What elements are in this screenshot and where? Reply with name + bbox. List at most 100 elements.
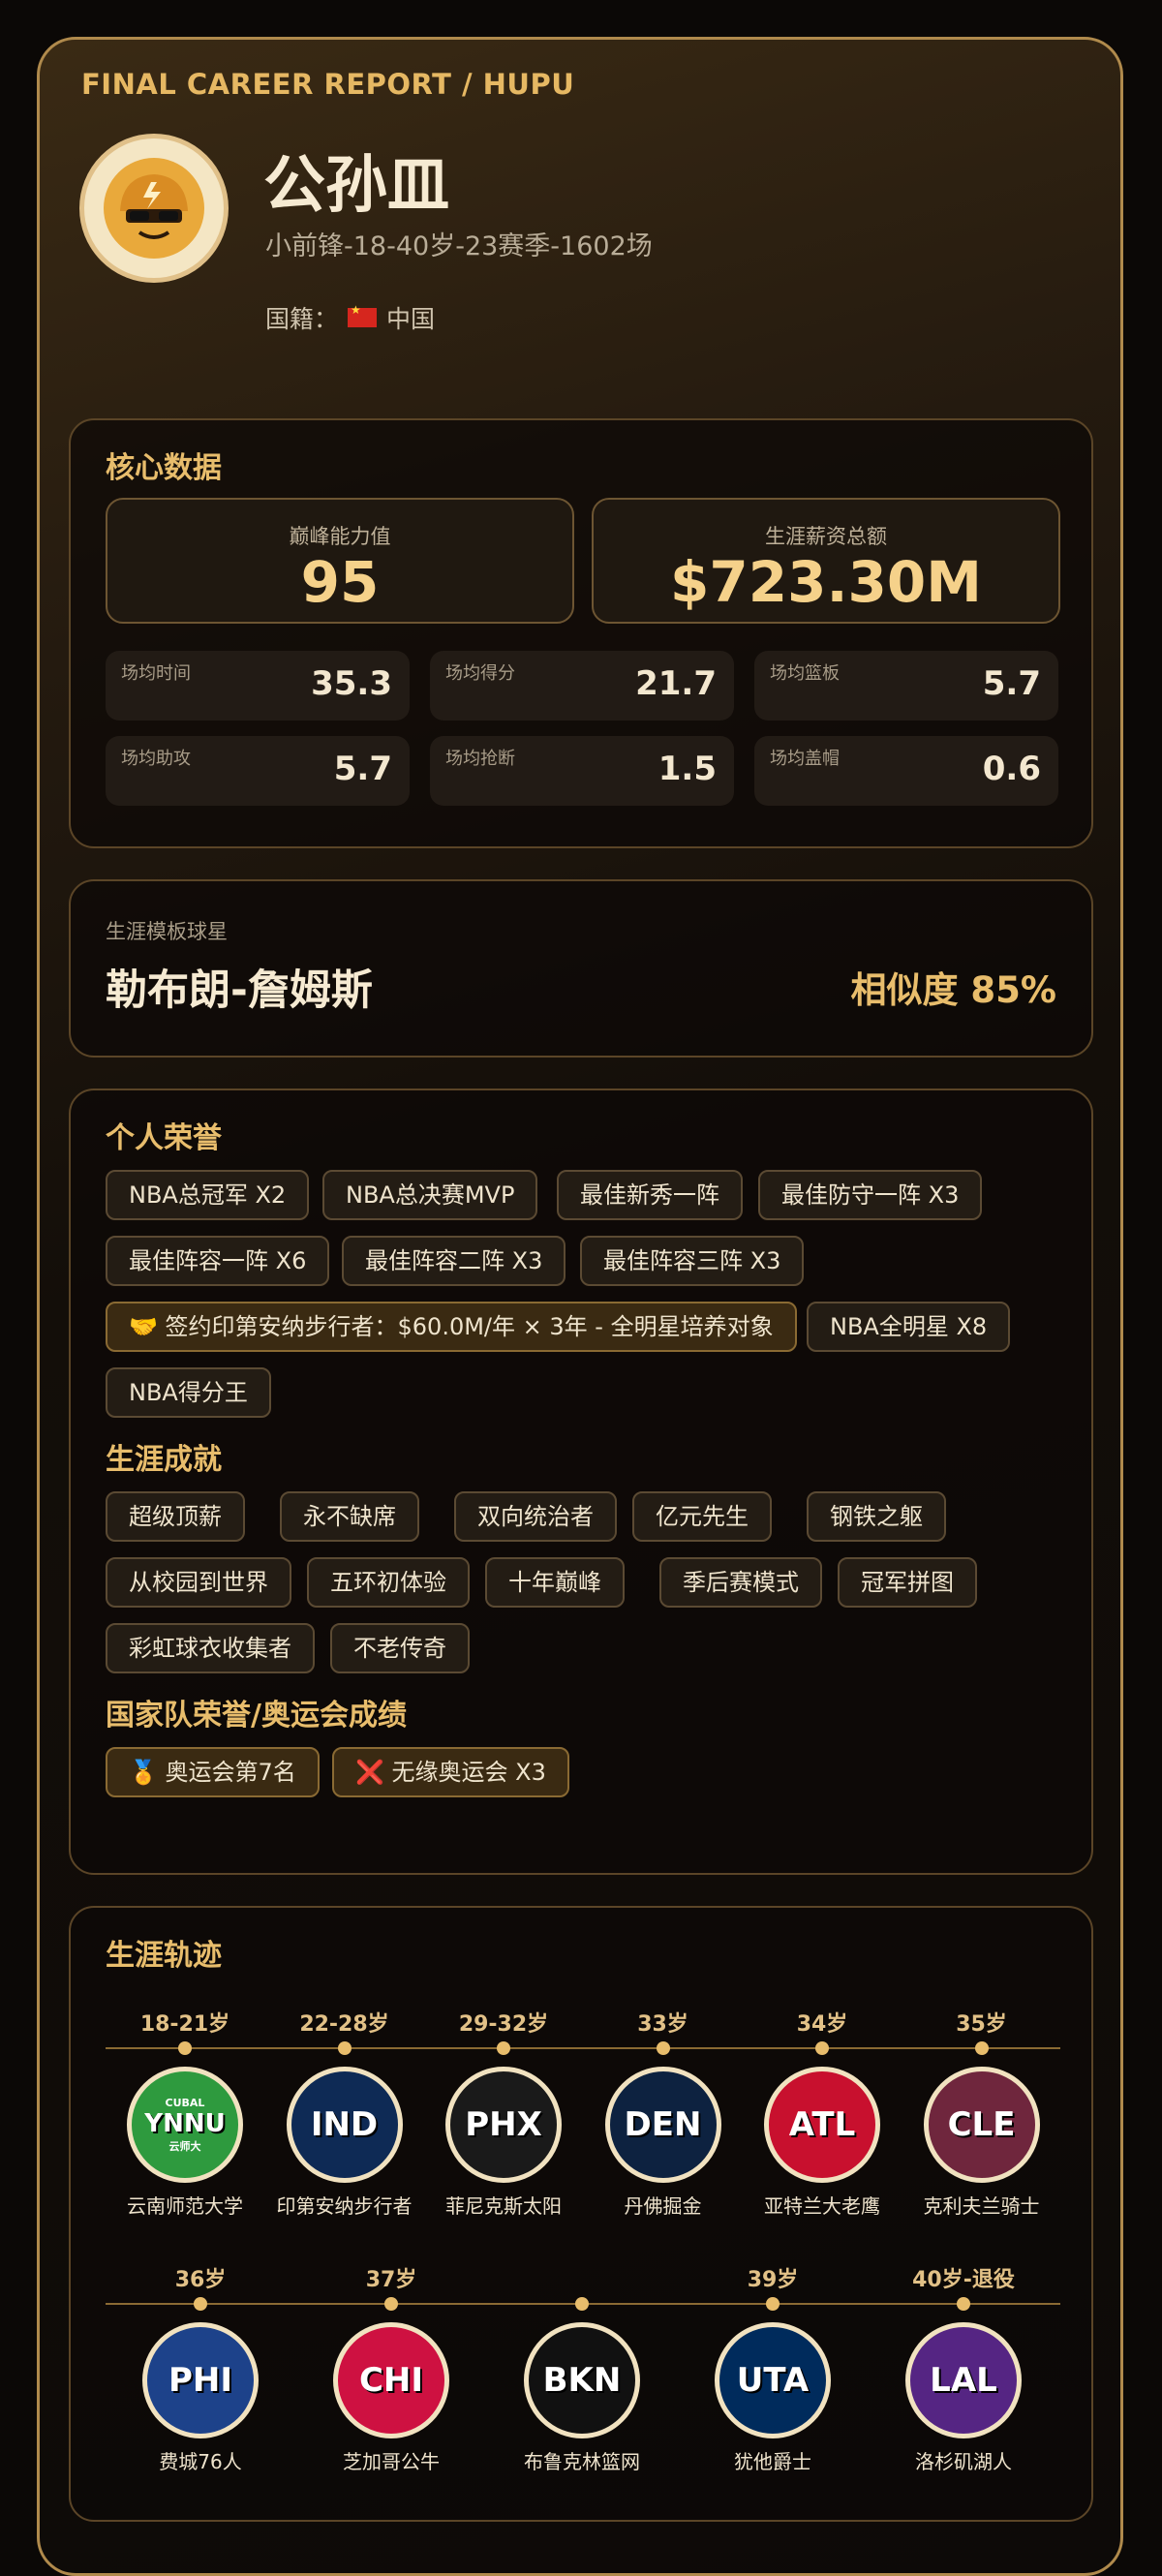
team-logo-icon: IND: [286, 2067, 403, 2183]
team-abbr: CLE: [947, 2105, 1016, 2144]
timeline-age: 40岁-退役: [912, 2268, 1015, 2292]
achievement-tag: 双向统治者: [454, 1491, 617, 1542]
stat-label: 场均得分: [445, 663, 515, 684]
china-flag-icon: [348, 303, 378, 327]
team-abbr: PHX: [465, 2105, 542, 2144]
timeline-age: 18-21岁: [139, 2012, 230, 2037]
honor-tag: 最佳阵容二阵 X3: [342, 1236, 566, 1286]
stat-label: 场均篮板: [770, 663, 840, 684]
core-data-title: 核心数据: [106, 451, 222, 485]
career-timeline-panel: 生涯轨迹 18-21岁 CUBAL YNNU 云师大 云南师范大学 22-28岁 IND 印第…: [69, 1906, 1093, 2522]
honor-tag: NBA得分王: [106, 1367, 271, 1418]
logo-bottom-text: 云师大: [168, 2139, 201, 2153]
timeline-dot: [815, 2041, 829, 2055]
team-logo-icon: PHX: [445, 2067, 562, 2183]
core-data-panel: 核心数据 巅峰能力值 95 生涯薪资总额 $723.30M 场均时间 35.3 …: [69, 418, 1093, 848]
timeline-team-name: 克利夫兰骑士: [923, 2194, 1040, 2218]
stat-value: 1.5: [657, 750, 717, 788]
timeline-age: 29-32岁: [458, 2012, 549, 2037]
career-timeline-title: 生涯轨迹: [106, 1939, 222, 1973]
team-abbr: IND: [310, 2105, 379, 2144]
stat-label: 场均盖帽: [770, 749, 840, 769]
timeline-dot: [957, 2297, 970, 2311]
achievement-tag: 超级顶薪: [106, 1491, 245, 1542]
nationality-value: 中国: [386, 305, 436, 333]
timeline-dot: [974, 2041, 989, 2055]
stat-label: 场均时间: [121, 663, 191, 684]
stat-value: 21.7: [635, 664, 717, 703]
olympic-tag: 🏅 奥运会第7名: [106, 1747, 320, 1797]
logo-top-text: CUBAL: [165, 2096, 205, 2109]
team-logo-icon: CUBAL YNNU 云师大: [127, 2067, 243, 2183]
timeline-age: 33岁: [637, 2012, 688, 2037]
timeline-age: 22-28岁: [299, 2012, 389, 2037]
timeline-team-name: 菲尼克斯太阳: [445, 2194, 562, 2218]
nationality-label: 国籍：: [265, 305, 339, 333]
timeline-line: [106, 2047, 1060, 2049]
achievement-tag: 永不缺席: [280, 1491, 419, 1542]
achievement-tag: 十年巅峰: [485, 1557, 625, 1608]
team-logo-icon: DEN: [604, 2067, 721, 2183]
peak-rating-value: 95: [300, 549, 380, 615]
career-salary-box: 生涯薪资总额 $723.30M: [592, 498, 1060, 624]
stat-value: 5.7: [982, 664, 1041, 703]
timeline-team-name: 芝加哥公牛: [343, 2450, 440, 2473]
timeline-dot: [766, 2297, 780, 2311]
team-abbr: YNNU: [144, 2108, 226, 2138]
team-abbr: DEN: [624, 2105, 702, 2144]
template-star-panel: 生涯模板球星 勒布朗-詹姆斯 相似度 85%: [69, 879, 1093, 1058]
team-abbr: ATL: [788, 2105, 856, 2144]
timeline-dot: [337, 2041, 352, 2055]
timeline-age: 37岁: [365, 2268, 417, 2292]
achievement-tag: 五环初体验: [307, 1557, 470, 1608]
honor-tag: 最佳阵容三阵 X3: [580, 1236, 805, 1286]
timeline-age: 34岁: [796, 2012, 848, 2037]
timeline-team-name: 布鲁克林篮网: [524, 2450, 640, 2473]
team-logo-icon: UTA: [715, 2322, 831, 2438]
honor-tag: 最佳阵容一阵 X6: [106, 1236, 330, 1286]
achievement-tag: 从校园到世界: [106, 1557, 291, 1608]
timeline-team-name: 亚特兰大老鹰: [764, 2194, 880, 2218]
team-logo-icon: PHI: [142, 2322, 259, 2438]
honor-tag: NBA总决赛MVP: [322, 1170, 538, 1220]
peak-rating-box: 巅峰能力值 95: [106, 498, 574, 624]
timeline-dot: [178, 2041, 192, 2055]
achievement-tag: 冠军拼图: [838, 1557, 977, 1608]
timeline-team-name: 丹佛掘金: [624, 2194, 702, 2218]
olympic-tag: ❌ 无缘奥运会 X3: [332, 1747, 569, 1797]
timeline-team-name: 费城76人: [159, 2450, 242, 2473]
timeline-dot: [656, 2041, 670, 2055]
honor-tag: 最佳防守一阵 X3: [758, 1170, 983, 1220]
achievement-tag: 彩虹球衣收集者: [106, 1623, 315, 1673]
avatar: [79, 134, 229, 283]
team-abbr: PHI: [168, 2361, 233, 2400]
career-achievements-title: 生涯成就: [106, 1443, 222, 1477]
template-star-label: 生涯模板球星: [106, 920, 228, 943]
team-abbr: CHI: [358, 2361, 424, 2400]
team-logo-icon: ATL: [764, 2067, 880, 2183]
team-logo-icon: LAL: [905, 2322, 1022, 2438]
honor-tag: NBA全明星 X8: [807, 1302, 1011, 1352]
nationality: 国籍： 中国: [265, 300, 435, 335]
achievement-tag: 亿元先生: [632, 1491, 772, 1542]
timeline-age: 39岁: [747, 2268, 799, 2292]
timeline-dot: [575, 2297, 589, 2311]
stat-value: 0.6: [982, 750, 1041, 788]
timeline-age: 35岁: [956, 2012, 1007, 2037]
national-team-title: 国家队荣誉/奥运会成绩: [106, 1699, 407, 1733]
stat-label: 场均助攻: [121, 749, 191, 769]
achievement-tag: 钢铁之躯: [807, 1491, 946, 1542]
honors-panel: 个人荣誉 NBA总冠军 X2 NBA总决赛MVP 最佳新秀一阵 最佳防守一阵 X…: [69, 1089, 1093, 1875]
team-abbr: UTA: [736, 2361, 810, 2400]
team-logo-icon: CLE: [923, 2067, 1040, 2183]
player-name: 公孙皿: [263, 150, 449, 222]
template-star-name: 勒布朗-詹姆斯: [106, 966, 373, 1015]
stat-box: 场均篮板 5.7: [754, 651, 1058, 721]
honor-tag: 最佳新秀一阵: [557, 1170, 743, 1220]
contract-honor-tag: 🤝 签约印第安纳步行者：$60.0M/年 × 3年 - 全明星培养对象: [106, 1302, 797, 1352]
timeline-dot: [497, 2041, 510, 2055]
player-subtitle: 小前锋-18-40岁-23赛季-1602场: [265, 231, 653, 261]
team-logo-icon: BKN: [524, 2322, 640, 2438]
stat-label: 场均抢断: [445, 749, 515, 769]
peak-rating-label: 巅峰能力值: [289, 525, 391, 548]
